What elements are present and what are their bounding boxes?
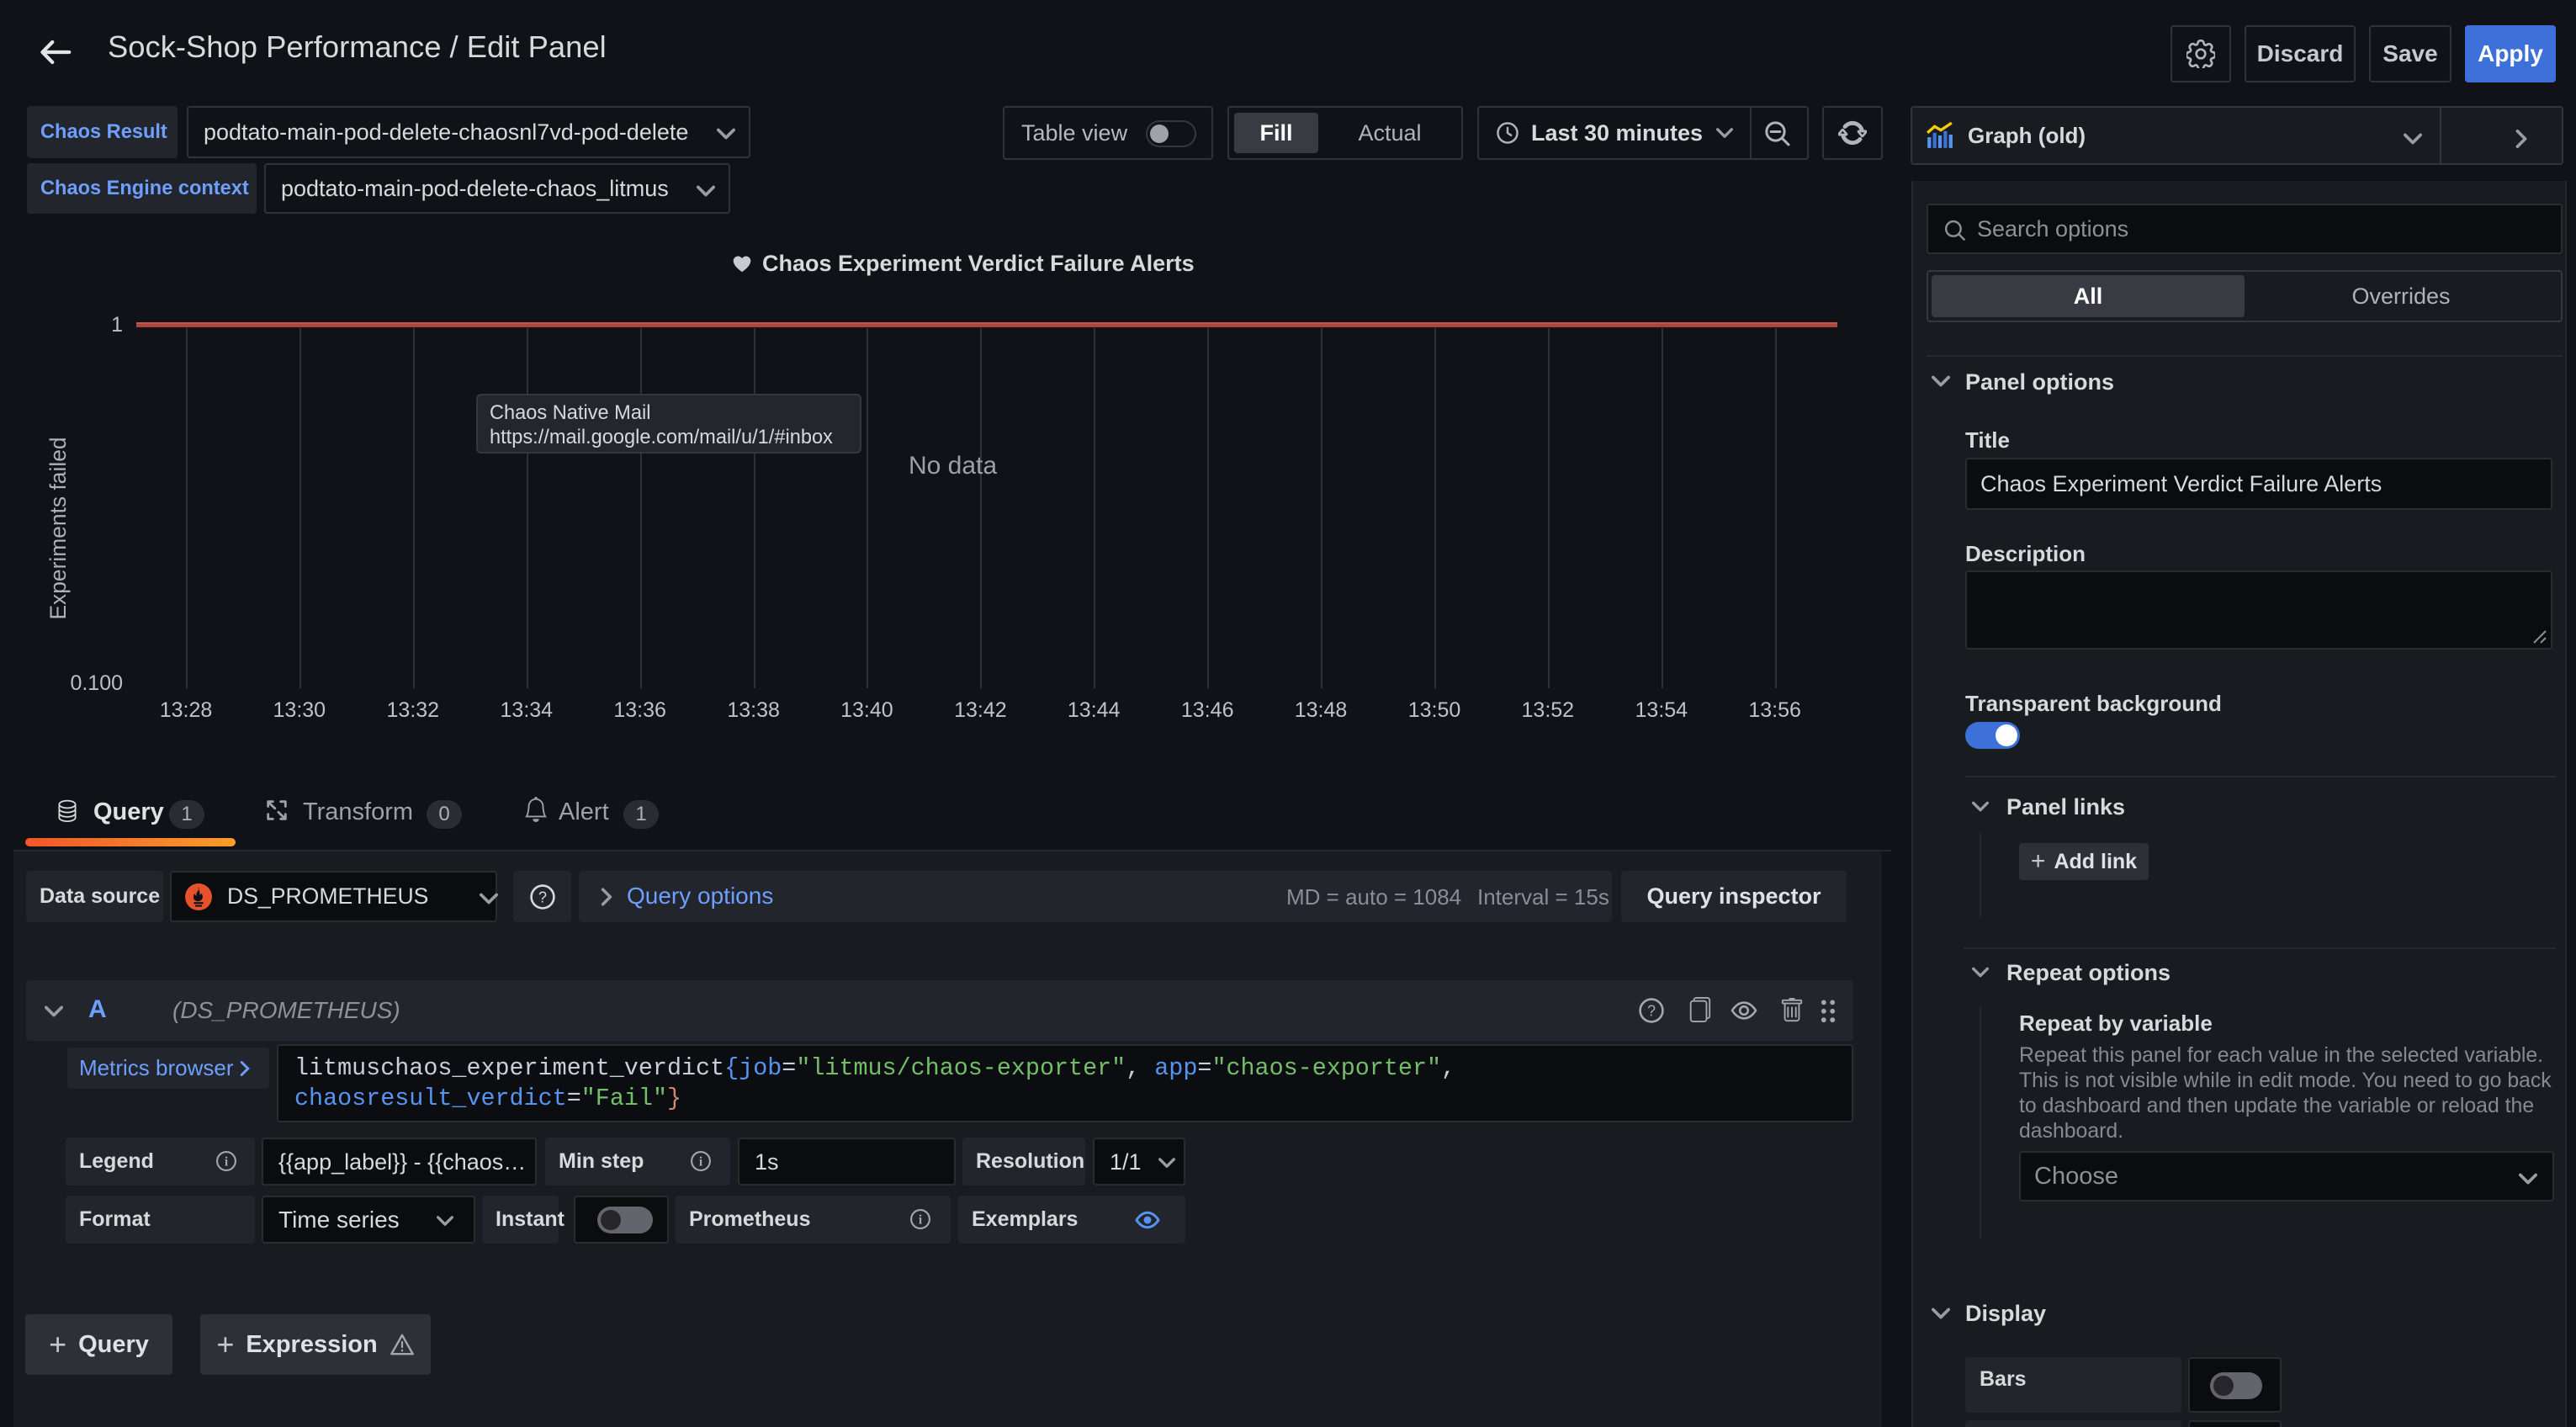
svg-text:i: i <box>919 1213 923 1228</box>
svg-text:i: i <box>699 1155 703 1170</box>
svg-text:?: ? <box>538 889 546 905</box>
svg-text:i: i <box>225 1155 229 1170</box>
svg-text:?: ? <box>1647 1002 1656 1019</box>
